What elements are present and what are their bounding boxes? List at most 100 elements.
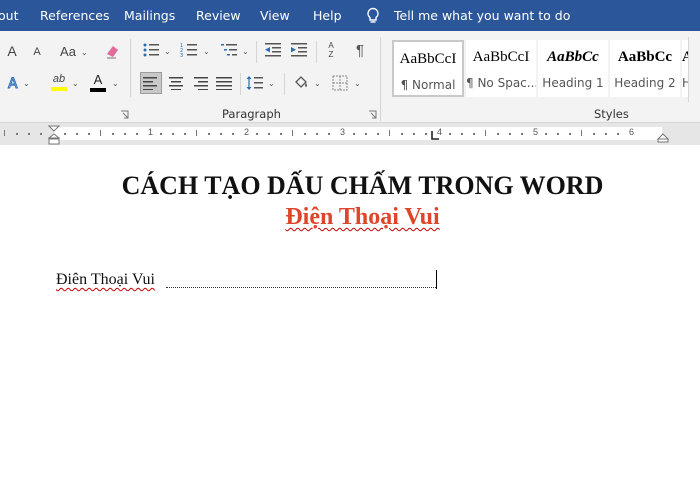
svg-text:A: A bbox=[8, 76, 18, 91]
sort-button[interactable]: A Z bbox=[322, 39, 340, 61]
font-color-button[interactable]: A bbox=[88, 72, 108, 92]
right-indent-marker-icon[interactable] bbox=[657, 133, 669, 143]
bullets-icon[interactable] bbox=[142, 41, 160, 59]
ruler-tick bbox=[220, 133, 222, 135]
shrink-font-button[interactable]: A bbox=[30, 45, 44, 59]
style-sample: AaBbCcI bbox=[472, 49, 530, 65]
indent-marker-icon[interactable] bbox=[48, 125, 60, 145]
ruler-tick bbox=[304, 133, 306, 135]
tab-stop-marker-icon[interactable] bbox=[430, 131, 440, 141]
ruler-tick bbox=[292, 130, 293, 136]
style-name: ¶ No Spac... bbox=[466, 76, 536, 90]
shading-icon[interactable] bbox=[292, 74, 310, 92]
chevron-down-icon: ⌄ bbox=[314, 79, 321, 88]
ruler-tick bbox=[581, 130, 582, 136]
ruler-tick bbox=[100, 130, 101, 136]
style-name: Heading 1 bbox=[542, 76, 604, 90]
ruler-tick bbox=[593, 133, 595, 135]
ruler-tick bbox=[473, 133, 475, 135]
style-heading-2[interactable]: AaBbCc Heading 2 bbox=[610, 40, 680, 97]
font-color-swatch bbox=[90, 87, 106, 92]
text-cursor bbox=[436, 270, 437, 289]
button-divider bbox=[316, 41, 317, 63]
tell-me-search[interactable]: Tell me what you want to do bbox=[394, 0, 570, 31]
dot-leader bbox=[166, 287, 436, 288]
line-spacing-icon[interactable] bbox=[246, 74, 264, 92]
ruler-tick bbox=[160, 133, 162, 135]
button-divider bbox=[256, 41, 257, 63]
ruler-tick bbox=[545, 133, 547, 135]
ruler-tick bbox=[461, 133, 463, 135]
chevron-down-icon: ⌄ bbox=[112, 79, 119, 88]
tab-mailings[interactable]: Mailings bbox=[124, 0, 175, 31]
group-divider bbox=[380, 37, 381, 121]
shrink-font-label: A bbox=[33, 46, 41, 58]
style-heading-1[interactable]: AaBbCc Heading 1 bbox=[538, 40, 608, 97]
ruler-tick bbox=[605, 133, 607, 135]
tab-references[interactable]: References bbox=[40, 0, 109, 31]
font-dialog-launcher-icon[interactable] bbox=[120, 110, 129, 119]
ruler-number: 2 bbox=[244, 127, 250, 137]
decrease-indent-icon[interactable] bbox=[264, 41, 282, 59]
change-case-button[interactable]: Aa bbox=[56, 43, 80, 59]
chevron-down-icon: ⌄ bbox=[354, 79, 361, 88]
style-normal[interactable]: AaBbCcI ¶ Normal bbox=[392, 40, 464, 97]
justify-icon[interactable] bbox=[216, 76, 232, 90]
style-no-spacing[interactable]: AaBbCcI ¶ No Spac... bbox=[466, 40, 536, 97]
align-center-icon[interactable] bbox=[168, 76, 184, 90]
show-formatting-button[interactable]: ¶ bbox=[352, 41, 368, 59]
ruler-tick bbox=[353, 133, 355, 135]
ruler-tick bbox=[485, 130, 486, 136]
horizontal-ruler[interactable]: 1 2 3 4 5 6 bbox=[0, 123, 700, 145]
ruler-tick bbox=[389, 130, 390, 136]
highlight-color-button[interactable]: ab bbox=[48, 72, 70, 92]
styles-group-label: Styles bbox=[594, 107, 629, 121]
grow-font-label: A bbox=[7, 43, 17, 59]
ruler-tick bbox=[365, 133, 367, 135]
ruler-tick bbox=[617, 133, 619, 135]
ruler-number: 1 bbox=[148, 127, 154, 137]
tab-help[interactable]: Help bbox=[313, 0, 342, 31]
ruler-tick bbox=[196, 130, 197, 136]
tab-layout[interactable]: out bbox=[0, 0, 18, 31]
align-right-icon[interactable] bbox=[192, 76, 208, 90]
ruler-tick bbox=[377, 133, 379, 135]
svg-text:3: 3 bbox=[180, 53, 183, 59]
highlight-swatch bbox=[51, 87, 67, 91]
ruler-tick bbox=[449, 133, 451, 135]
ruler-tick bbox=[509, 133, 511, 135]
font-color-label: A bbox=[93, 71, 103, 87]
ruler-tick bbox=[413, 133, 415, 135]
ribbon: A A Aa ⌄ A ⌄ ab ⌄ A ⌄ ⌄ 123 ⌄ ⌄ A Z ¶ ⌄ … bbox=[0, 31, 700, 123]
chevron-down-icon: ⌄ bbox=[268, 79, 275, 88]
document-page[interactable]: CÁCH TẠO DẤU CHẤM TRONG WORD Điện Thoại … bbox=[0, 145, 700, 480]
ruler-tick bbox=[569, 133, 571, 135]
lightbulb-icon[interactable] bbox=[366, 7, 380, 25]
chevron-down-icon: ⌄ bbox=[81, 48, 88, 57]
style-gallery-scrollbar[interactable] bbox=[688, 37, 700, 102]
style-name: Heading 2 bbox=[614, 76, 676, 90]
ruler-tick bbox=[328, 133, 330, 135]
clear-formatting-icon[interactable] bbox=[104, 42, 122, 60]
borders-icon[interactable] bbox=[332, 75, 348, 91]
group-divider bbox=[130, 39, 131, 97]
text-effects-icon[interactable]: A bbox=[6, 75, 22, 92]
ruler-tick bbox=[232, 133, 234, 135]
paragraph-group-label: Paragraph bbox=[222, 107, 281, 121]
increase-indent-icon[interactable] bbox=[290, 41, 308, 59]
ruler-tick bbox=[172, 133, 174, 135]
align-left-button[interactable] bbox=[140, 72, 162, 94]
multilevel-list-icon[interactable] bbox=[220, 41, 238, 59]
highlight-label: ab bbox=[52, 73, 66, 85]
ruler-tick bbox=[521, 133, 523, 135]
grow-font-button[interactable]: A bbox=[4, 43, 20, 59]
numbering-icon[interactable]: 123 bbox=[180, 41, 198, 59]
ruler-tick bbox=[136, 133, 138, 135]
tab-view[interactable]: View bbox=[260, 0, 290, 31]
change-case-label: Aa bbox=[60, 43, 76, 59]
align-left-icon bbox=[143, 77, 157, 90]
ruler-tick bbox=[112, 133, 114, 135]
paragraph-dialog-launcher-icon[interactable] bbox=[368, 110, 377, 119]
ruler-tick bbox=[4, 130, 5, 136]
tab-review[interactable]: Review bbox=[196, 0, 241, 31]
